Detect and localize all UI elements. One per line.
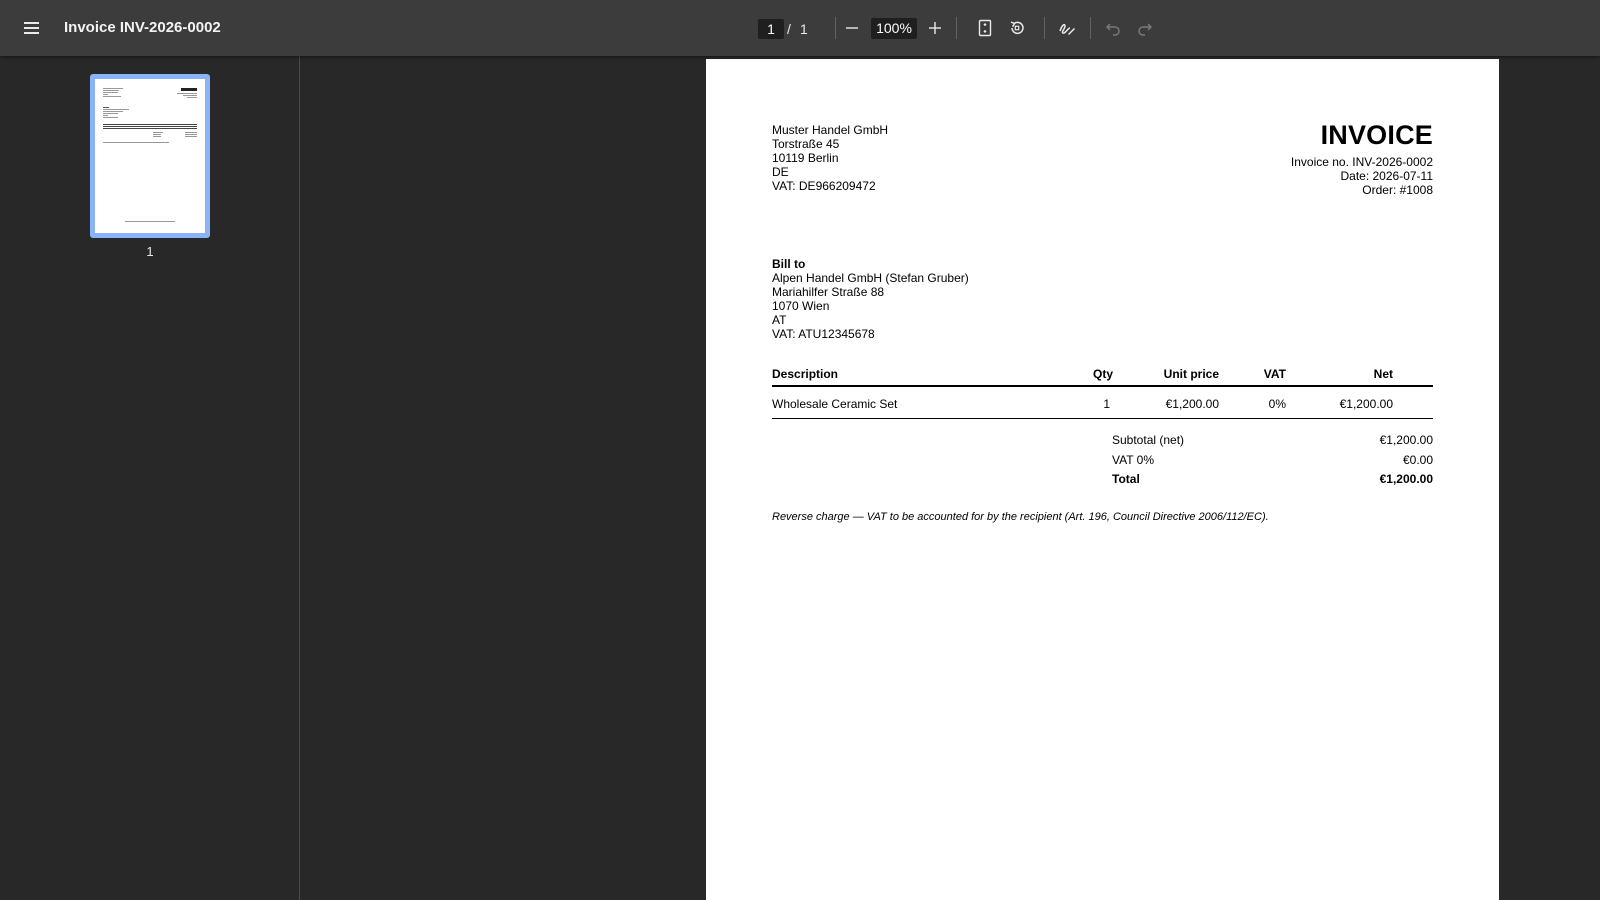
vat-total-value: €0.00 <box>1402 453 1433 467</box>
seller-street: Torstraße 45 <box>772 137 840 151</box>
row-description: Wholesale Ceramic Set <box>772 397 898 411</box>
subtotal-value: €1,200.00 <box>1379 433 1433 447</box>
seller-name: Muster Handel GmbH <box>772 123 889 137</box>
row-net: €1,200.00 <box>1339 397 1393 411</box>
seller-address: Muster Handel GmbH Torstraße 45 10119 Be… <box>772 123 888 193</box>
rotate-icon <box>1010 21 1024 35</box>
invoice-meta: Invoice no. INV-2026-0002 Date: 2026-07-… <box>1291 155 1433 197</box>
rotate-button[interactable] <box>1005 16 1029 40</box>
pdf-page: Muster Handel GmbH Torstraße 45 10119 Be… <box>706 59 1499 900</box>
table-header: Description Qty Unit price VAT Net <box>772 367 1433 381</box>
row-unit-price: €1,200.00 <box>1165 397 1219 411</box>
undo-icon <box>1106 23 1120 36</box>
page-number-input[interactable]: 1 <box>758 19 784 39</box>
vat-total-label: VAT 0% <box>1112 453 1155 467</box>
redo-icon <box>1138 23 1152 36</box>
customer-country: AT <box>772 313 787 327</box>
fit-to-page-icon <box>978 19 992 37</box>
customer-street: Mariahilfer Straße 88 <box>772 285 885 299</box>
thumbnail-page-number: 1 <box>146 244 154 259</box>
plus-icon <box>929 22 941 34</box>
bill-to-address: Bill to Alpen Handel GmbH (Stefan Gruber… <box>772 257 969 341</box>
reverse-charge-note: Reverse charge — VAT to be accounted for… <box>772 511 1269 523</box>
invoice-date: Date: 2026-07-11 <box>1340 169 1433 183</box>
order-number: Order: #1008 <box>1362 183 1433 197</box>
toolbar-divider <box>1044 17 1045 39</box>
seller-country: DE <box>772 165 789 179</box>
invoice-number: Invoice no. INV-2026-0002 <box>1290 155 1433 169</box>
redo-button[interactable] <box>1133 16 1157 40</box>
customer-name: Alpen Handel GmbH (Stefan Gruber) <box>772 271 969 285</box>
table-row: Wholesale Ceramic Set 1 €1,200.00 0% €1,… <box>772 397 1433 411</box>
menu-icon[interactable] <box>22 18 42 38</box>
fit-page-button[interactable] <box>973 16 997 40</box>
toolbar-divider <box>835 17 836 39</box>
document-viewer[interactable]: Muster Handel GmbH Torstraße 45 10119 Be… <box>301 56 1600 900</box>
toolbar-divider <box>956 17 957 39</box>
thumbnail-preview <box>95 79 205 233</box>
row-vat: 0% <box>1268 397 1286 411</box>
toolbar-divider <box>1090 17 1091 39</box>
customer-city: 1070 Wien <box>772 299 830 313</box>
header-net: Net <box>1373 367 1393 381</box>
header-description: Description <box>772 367 839 381</box>
header-vat: VAT <box>1263 367 1286 381</box>
table-header-rule <box>772 385 1433 387</box>
page-thumbnail[interactable] <box>90 74 210 238</box>
zoom-out-button[interactable] <box>840 16 864 40</box>
table-bottom-rule <box>772 418 1433 419</box>
thumbnail-sidebar: 1 <box>0 56 300 900</box>
total-pages: 1 <box>800 21 808 37</box>
customer-vat: VAT: ATU12345678 <box>772 327 875 341</box>
header-qty: Qty <box>1092 367 1113 381</box>
header-unit-price: Unit price <box>1163 367 1219 381</box>
grand-total-label: Total <box>1112 472 1140 486</box>
seller-vat: VAT: DE966209472 <box>772 179 876 193</box>
zoom-input[interactable]: 100% <box>871 18 917 39</box>
zoom-in-button[interactable] <box>923 16 947 40</box>
row-qty: 1 <box>1103 397 1110 411</box>
draw-icon <box>1059 23 1075 35</box>
undo-button[interactable] <box>1101 16 1125 40</box>
page-separator: / <box>787 21 791 37</box>
annotate-button[interactable] <box>1055 16 1079 40</box>
subtotal-label: Subtotal (net) <box>1112 433 1185 447</box>
document-title: Invoice INV-2026-0002 <box>64 19 221 36</box>
invoice-title: INVOICE <box>1320 120 1433 150</box>
seller-city: 10119 Berlin <box>772 151 839 165</box>
grand-total-value: €1,200.00 <box>1379 472 1433 486</box>
minus-icon <box>846 27 858 29</box>
pdf-toolbar: Invoice INV-2026-0002 1 / 1 100% <box>0 0 1600 56</box>
bill-to-heading: Bill to <box>772 257 806 271</box>
